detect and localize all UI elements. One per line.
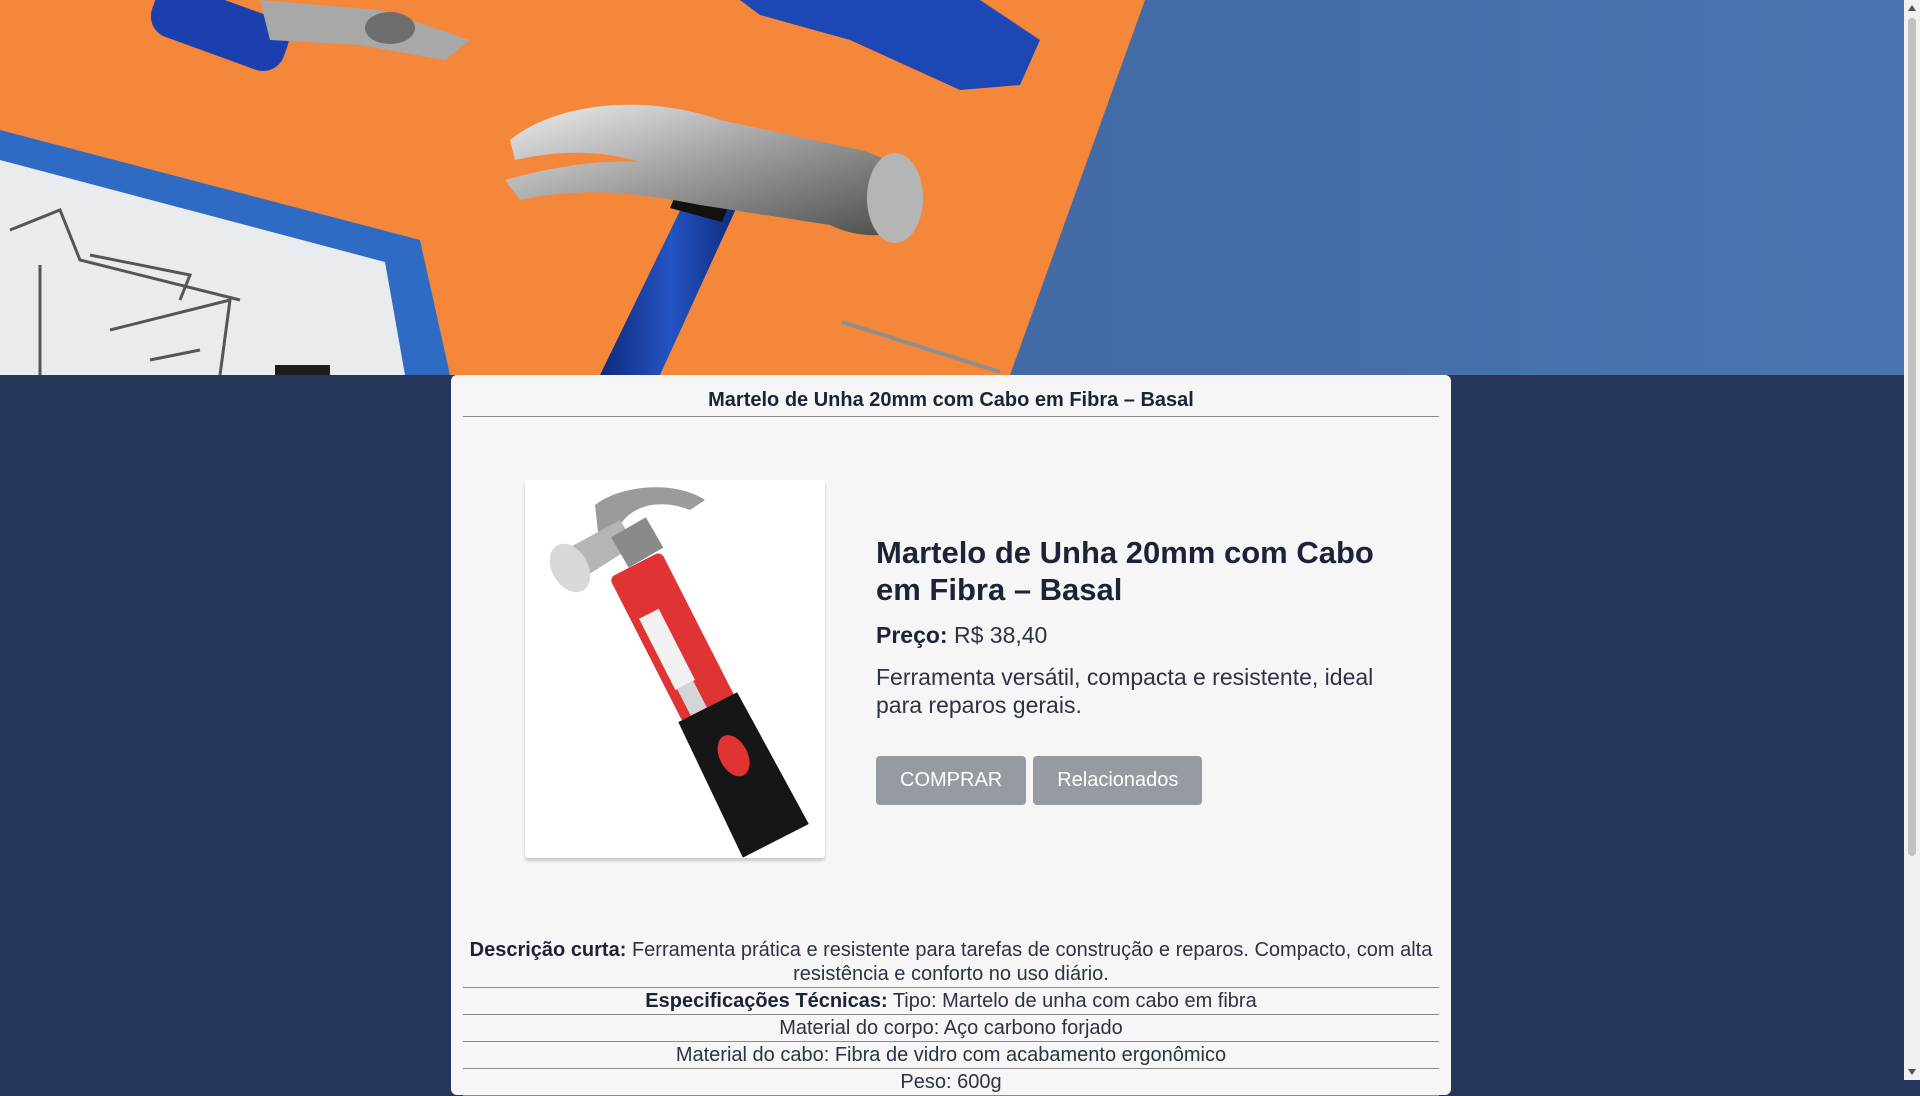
hero-banner-image: [0, 0, 1904, 375]
price-label: Preço:: [876, 622, 948, 648]
product-image: [525, 480, 825, 858]
price-value: R$ 38,40: [953, 622, 1048, 648]
product-card: Martelo de Unha 20mm com Cabo em Fibra –…: [451, 375, 1451, 1096]
spec-row: Peso: 600g: [463, 1069, 1439, 1096]
related-button[interactable]: Relacionados: [1033, 756, 1203, 805]
scrollbar-thumb[interactable]: [1908, 18, 1916, 856]
spec-value: Tipo: Martelo de unha com cabo em fibra: [892, 990, 1257, 1012]
page-title: Martelo de Unha 20mm com Cabo em Fibra –…: [463, 375, 1439, 417]
specs-label: Especificações Técnicas:: [645, 990, 888, 1012]
spec-row: Material do cabo: Fibra de vidro com aca…: [463, 1042, 1439, 1069]
short-description-text: Ferramenta prática e resistente para tar…: [631, 939, 1433, 985]
chevron-up-icon[interactable]: [1908, 5, 1916, 11]
chevron-down-icon[interactable]: [1908, 1069, 1916, 1075]
buy-button[interactable]: COMPRAR: [876, 756, 1027, 805]
vertical-scrollbar[interactable]: [1904, 0, 1920, 1080]
product-price: Preço: R$ 38,40: [876, 622, 1416, 649]
product-info: Martelo de Unha 20mm com Cabo em Fibra –…: [876, 534, 1416, 805]
product-section: Martelo de Unha 20mm com Cabo em Fibra –…: [463, 417, 1439, 937]
product-summary: Ferramenta versátil, compacta e resisten…: [876, 664, 1374, 718]
product-actions: COMPRAR Relacionados: [876, 756, 1416, 805]
product-name: Martelo de Unha 20mm com Cabo em Fibra –…: [876, 535, 1374, 607]
short-description-label: Descrição curta:: [469, 939, 627, 961]
spec-row: Material do corpo: Aço carbono forjado: [463, 1015, 1439, 1042]
product-details: Descrição curta: Ferramenta prática e re…: [463, 937, 1439, 1096]
spec-row: Especificações Técnicas: Tipo: Martelo d…: [463, 988, 1439, 1015]
short-description: Descrição curta: Ferramenta prática e re…: [463, 937, 1439, 988]
